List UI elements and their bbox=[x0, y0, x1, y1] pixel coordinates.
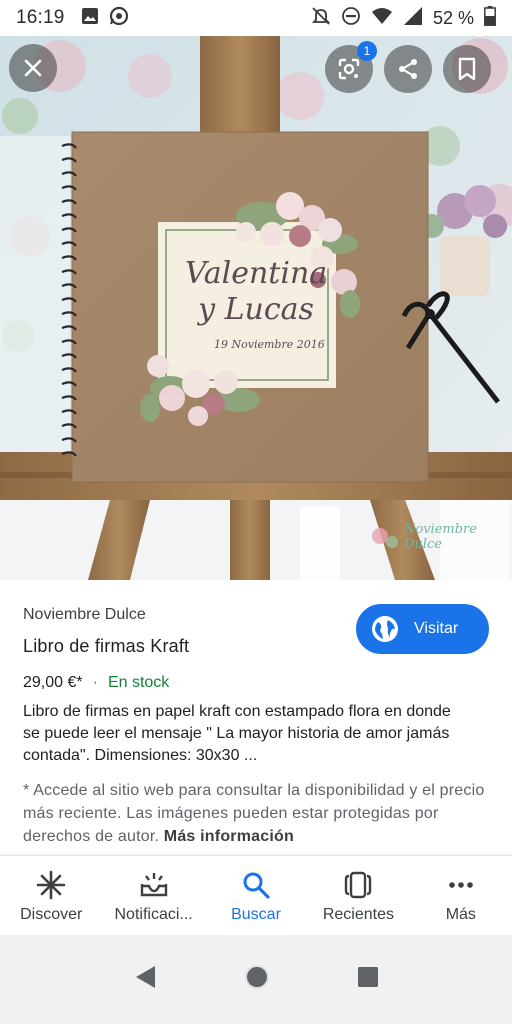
nav-more-label: Más bbox=[445, 906, 476, 923]
share-icon bbox=[399, 59, 417, 79]
image-watermark: Noviembre Dulce bbox=[404, 522, 477, 552]
merchant-name[interactable]: Noviembre Dulce bbox=[23, 606, 146, 624]
separator: · bbox=[92, 674, 98, 691]
screen: 16:19 52 % Valentina y Lucas 19 Noviembr… bbox=[0, 0, 512, 1024]
mute-icon bbox=[311, 6, 331, 31]
more-horizontal-icon bbox=[449, 882, 473, 888]
whatsapp-icon bbox=[109, 6, 129, 31]
product-title[interactable]: Libro de firmas Kraft bbox=[23, 636, 189, 657]
nav-notifications[interactable]: Notificaci... bbox=[102, 856, 204, 935]
signal-icon bbox=[403, 6, 423, 31]
bottom-navigation: Discover Notificaci... Buscar Recientes … bbox=[0, 855, 512, 935]
disclaimer: * Accede al sitio web para consultar la … bbox=[23, 779, 489, 848]
visit-button[interactable]: Visitar bbox=[356, 604, 489, 654]
bookmark-button[interactable] bbox=[443, 45, 491, 93]
system-navigation bbox=[0, 935, 512, 1024]
overview-icon bbox=[358, 967, 378, 987]
battery-icon bbox=[484, 5, 496, 31]
google-lens-icon bbox=[338, 58, 360, 80]
nav-more[interactable]: Más bbox=[410, 856, 512, 935]
cover-date: 19 Noviembre 2016 bbox=[214, 338, 325, 351]
dnd-icon bbox=[341, 6, 361, 31]
close-button[interactable] bbox=[9, 44, 57, 92]
nav-search[interactable]: Buscar bbox=[205, 856, 307, 935]
nav-search-label: Buscar bbox=[231, 906, 281, 923]
overview-button[interactable] bbox=[357, 966, 379, 993]
visit-label: Visitar bbox=[414, 620, 459, 637]
back-icon bbox=[136, 966, 155, 988]
nav-discover[interactable]: Discover bbox=[0, 856, 102, 935]
product-image[interactable]: Valentina y Lucas 19 Noviembre 2016 Novi… bbox=[0, 36, 512, 580]
nav-discover-label: Discover bbox=[20, 906, 83, 923]
more-info-link[interactable]: Más información bbox=[164, 828, 294, 845]
share-button[interactable] bbox=[384, 45, 432, 93]
bookmark-icon bbox=[458, 57, 476, 81]
recent-tabs-icon bbox=[345, 871, 372, 899]
nav-recent[interactable]: Recientes bbox=[307, 856, 409, 935]
product-description: Libro de firmas en papel kraft con estam… bbox=[23, 703, 451, 764]
image-icon bbox=[81, 7, 99, 30]
nav-notifications-label: Notificaci... bbox=[114, 906, 193, 923]
close-icon bbox=[24, 59, 42, 77]
nav-recent-label: Recientes bbox=[322, 906, 394, 923]
globe-icon bbox=[372, 616, 398, 642]
battery-percent: 52 % bbox=[432, 7, 474, 28]
price-row: 29,00 €* · En stock bbox=[23, 674, 169, 692]
home-icon bbox=[245, 965, 269, 989]
lens-badge: 1 bbox=[357, 41, 377, 61]
price: 29,00 €* bbox=[23, 674, 83, 691]
wifi-icon bbox=[371, 7, 393, 30]
cover-names: Valentina y Lucas bbox=[184, 256, 328, 327]
google-lens-button[interactable]: 1 bbox=[325, 41, 377, 93]
stock-status: En stock bbox=[107, 674, 170, 691]
back-button[interactable] bbox=[133, 964, 157, 995]
home-button[interactable] bbox=[243, 963, 271, 996]
status-bar: 16:19 52 % bbox=[0, 0, 512, 36]
search-icon bbox=[243, 872, 270, 899]
product-details: Noviembre Dulce Libro de firmas Kraft Vi… bbox=[0, 580, 512, 855]
inbox-notification-icon bbox=[140, 873, 167, 897]
asterisk-icon bbox=[36, 870, 66, 900]
status-time: 16:19 bbox=[16, 7, 65, 28]
